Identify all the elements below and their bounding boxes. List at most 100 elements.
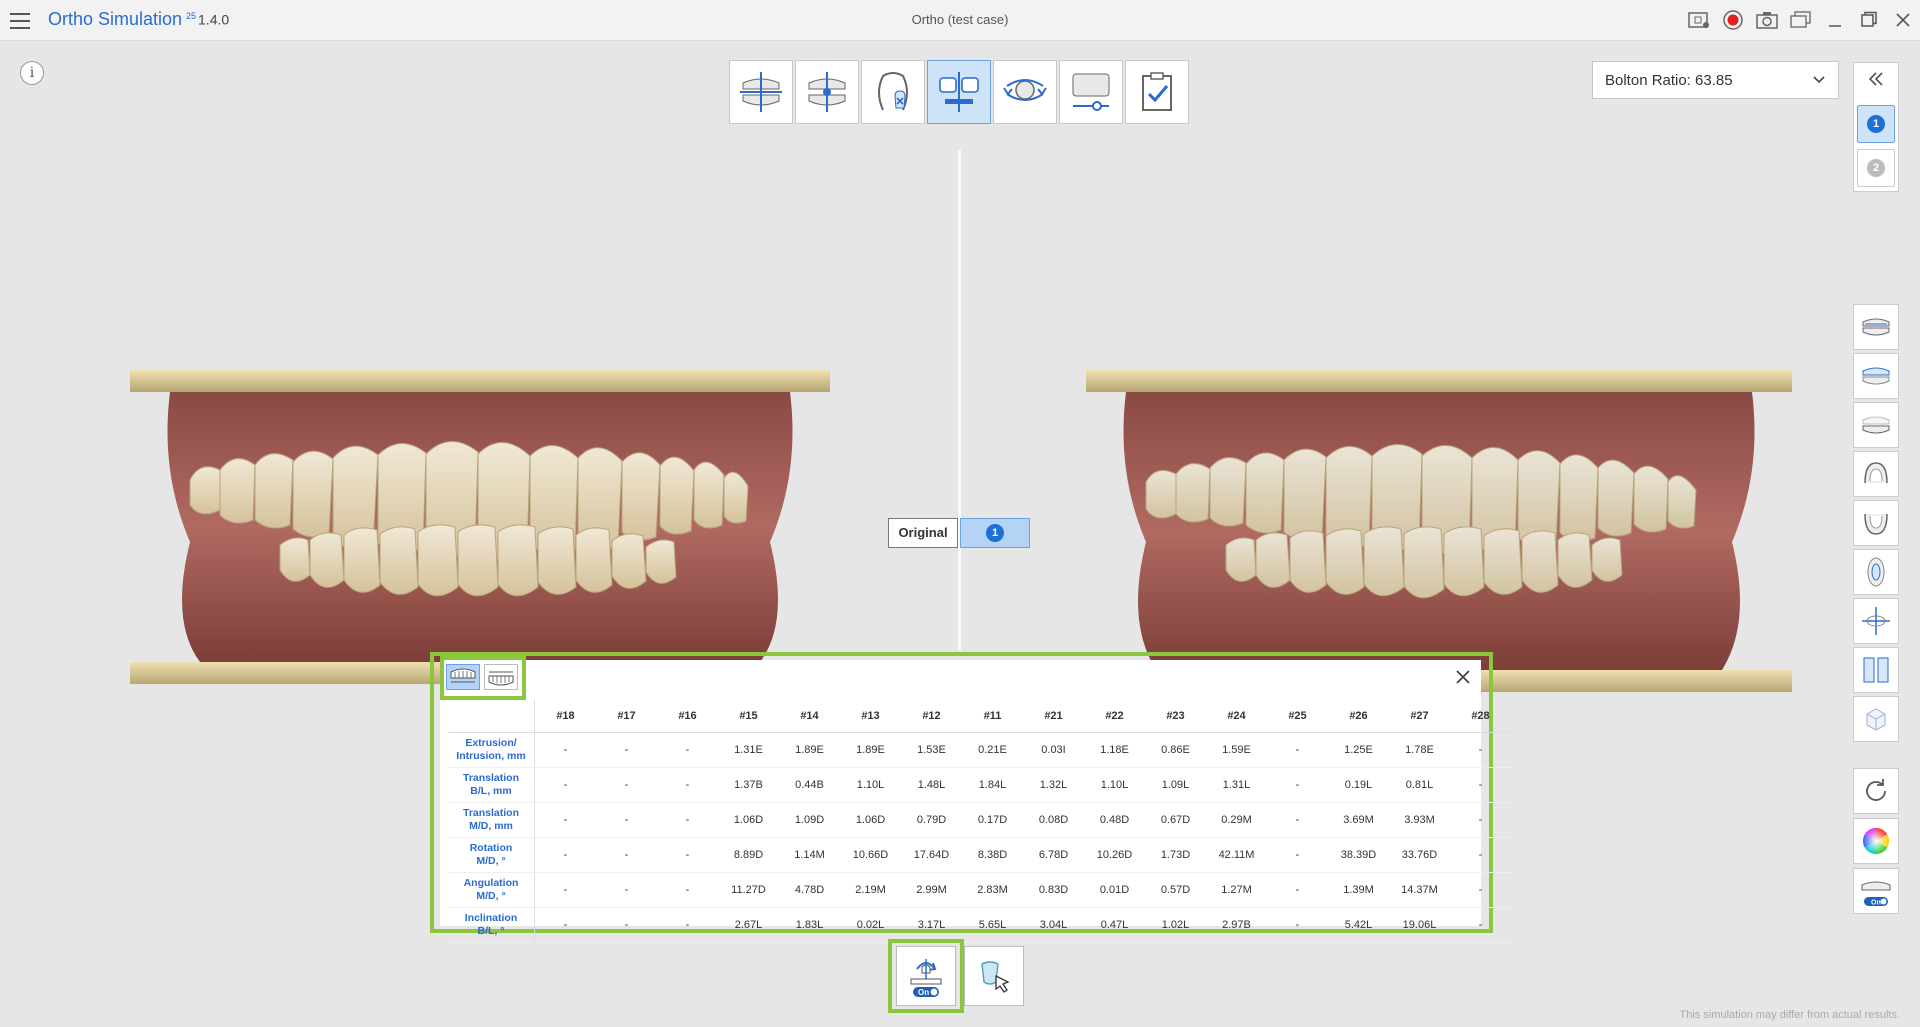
simulation-step-button[interactable] (927, 60, 991, 124)
tooth-removal-icon (878, 72, 908, 111)
table-cell: 0.44B (779, 767, 840, 803)
show-upper-jaw-button[interactable] (1853, 353, 1899, 399)
table-cell: 1.27M (1206, 872, 1267, 908)
table-cell: 8.38D (962, 837, 1023, 873)
table-cell: - (534, 767, 596, 803)
original-view-button[interactable]: Original (888, 518, 958, 548)
tooth-header: #13 (840, 700, 901, 733)
compare-toggle: Original 1 (888, 518, 1030, 548)
stage-1-button[interactable]: 1 (1857, 105, 1895, 143)
table-row: Angulation M/D, ° - - -11.27D 4.78D 2.19M 2.99M… (448, 872, 1511, 908)
original-dentition-model[interactable] (130, 370, 830, 684)
table-cell: 1.02L (1145, 907, 1206, 943)
arch-overlay-icon (1867, 557, 1885, 587)
row-label-line-2: M/D, ° (476, 890, 506, 902)
reset-view-button[interactable] (1853, 768, 1899, 814)
occlusal-upper-view-button[interactable] (1853, 451, 1899, 497)
bolton-ratio-dropdown[interactable]: Bolton Ratio: 63.85 (1592, 61, 1839, 99)
table-cell: 1.89E (840, 732, 901, 768)
3d-box-view-button[interactable] (1853, 696, 1899, 742)
table-cell: - (1450, 837, 1511, 873)
maximize-icon[interactable] (1852, 0, 1886, 40)
midline-step-button[interactable] (795, 60, 859, 124)
movement-table-toggle-button[interactable]: On (896, 946, 956, 1006)
stage-1-badge: 1 (1867, 115, 1885, 133)
show-both-jaws-button[interactable] (1853, 304, 1899, 350)
table-cell: 3.04L (1023, 907, 1084, 943)
arch-overlay-view-button[interactable] (1853, 549, 1899, 595)
table-cell: - (1450, 732, 1511, 768)
capture-settings-icon[interactable] (1682, 0, 1716, 40)
row-label-line-1: Translation (462, 772, 519, 784)
lower-jaw-tab[interactable] (484, 664, 518, 690)
workflow-toolbar (729, 60, 1189, 124)
table-cell: - (1267, 767, 1328, 803)
table-cell: 1.32L (1023, 767, 1084, 803)
row-label-line-2: M/D, mm (469, 820, 513, 832)
upper-jaw-tab[interactable] (446, 664, 480, 690)
table-cell: - (596, 837, 657, 873)
upper-arch-icon (1864, 462, 1888, 484)
rotate-view-step-button[interactable] (993, 60, 1057, 124)
simulated-dentition-model[interactable] (1086, 370, 1792, 692)
row-label-line-1: Angulation (463, 877, 519, 889)
table-cell: 1.84L (962, 767, 1023, 803)
lower-jaw-icon (1862, 416, 1890, 434)
tooth-pointer-icon (981, 961, 1010, 993)
table-cell: 42.11M (1206, 837, 1267, 873)
tooth-header: #25 (1267, 700, 1328, 733)
tooth-header: #26 (1328, 700, 1389, 733)
table-corner (448, 700, 535, 733)
tooth-select-tool-button[interactable] (964, 946, 1024, 1006)
occlusal-lower-view-button[interactable] (1853, 500, 1899, 546)
record-icon[interactable] (1716, 0, 1750, 40)
bolton-ratio-label: Bolton Ratio: 63.85 (1605, 72, 1733, 89)
table-cell: 0.83D (1023, 872, 1084, 908)
table-cell: 2.99M (901, 872, 962, 908)
close-panel-icon[interactable] (1453, 667, 1473, 687)
tooth-header: #28 (1450, 700, 1511, 733)
table-cell: 3.69M (1328, 802, 1389, 838)
table-row: Extrusion/Intrusion, mm - - -1.31E 1.89E 1.89… (448, 732, 1511, 768)
stage-1-view-button[interactable]: 1 (960, 518, 1030, 548)
color-wheel-icon (1862, 827, 1890, 855)
table-cell: 10.26D (1084, 837, 1145, 873)
adjust-settings-step-button[interactable] (1059, 60, 1123, 124)
lower-arch-icon (1864, 513, 1888, 535)
show-overlay-toggle-button[interactable]: On (1853, 868, 1899, 914)
table-cell: - (596, 767, 657, 803)
table-cell: 0.01D (1084, 872, 1145, 908)
table-cell: 8.89D (718, 837, 779, 873)
camera-icon[interactable] (1750, 0, 1784, 40)
row-label-line-2: B/L, ° (477, 925, 505, 937)
show-lower-jaw-button[interactable] (1853, 402, 1899, 448)
row-label: Translation M/D, mm (448, 802, 535, 838)
movement-toggle-label: On (918, 988, 929, 997)
split-view-button[interactable] (1853, 647, 1899, 693)
row-label: Extrusion/Intrusion, mm (448, 732, 535, 768)
view-toolbar (1853, 304, 1899, 742)
table-cell: - (657, 732, 718, 768)
close-window-icon[interactable] (1886, 0, 1920, 40)
upper-jaw-icon (1862, 367, 1890, 385)
upper-teeth-icon (450, 668, 476, 683)
table-cell: 1.06D (718, 802, 779, 838)
table-cell: - (1450, 767, 1511, 803)
table-row: Rotation M/D, ° - - -8.89D 1.14M 10.66D 17.64D 8… (448, 837, 1511, 873)
tooth-removal-step-button[interactable] (861, 60, 925, 124)
table-cell: - (1450, 907, 1511, 943)
report-check-step-button[interactable] (1125, 60, 1189, 124)
row-label-line-1: Translation (462, 807, 519, 819)
table-row: Inclination B/L, ° - - -2.67L 1.83L 0.02L 3.17L… (448, 907, 1511, 943)
collapse-panel-icon[interactable] (1866, 71, 1886, 87)
tooth-header: #23 (1145, 700, 1206, 733)
arch-alignment-step-button[interactable] (729, 60, 793, 124)
info-icon[interactable]: i (20, 61, 44, 85)
color-picker-button[interactable] (1853, 818, 1899, 864)
stage-2-button[interactable]: 2 (1857, 149, 1895, 187)
gallery-icon[interactable] (1784, 0, 1818, 40)
minimize-icon[interactable] (1818, 0, 1852, 40)
axis-view-button[interactable] (1853, 598, 1899, 644)
table-cell: 0.86E (1145, 732, 1206, 768)
clipboard-check-icon (1142, 72, 1172, 111)
